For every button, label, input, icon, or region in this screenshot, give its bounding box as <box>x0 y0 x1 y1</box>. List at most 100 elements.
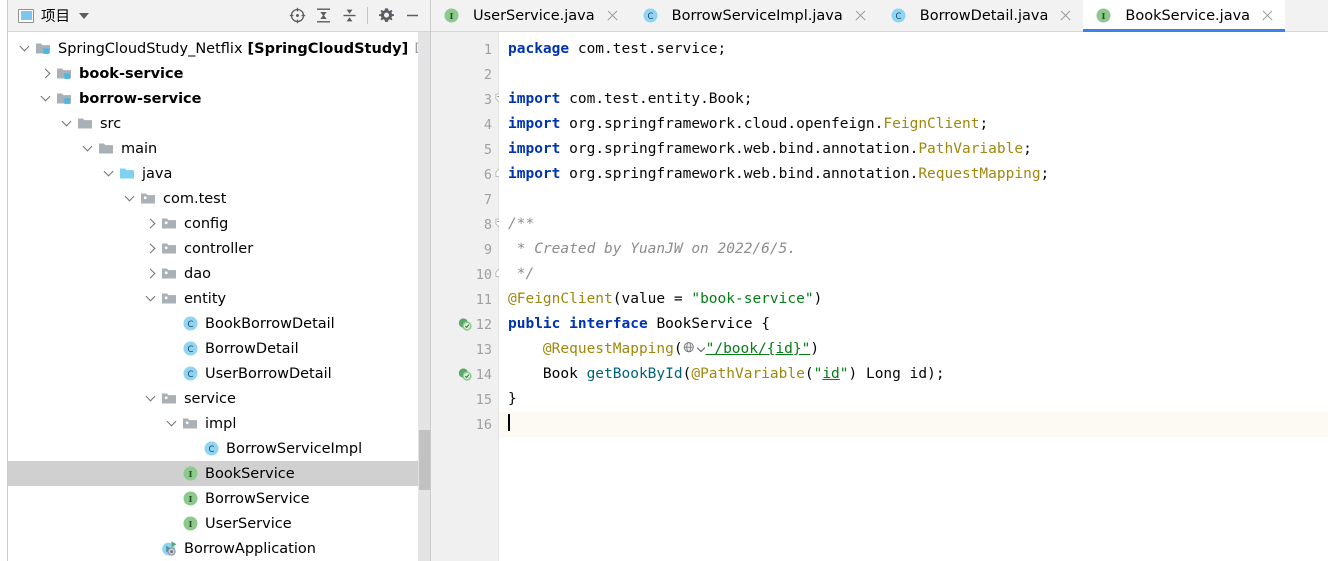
chevron-down-icon[interactable] <box>146 293 157 304</box>
folder-icon <box>99 143 113 154</box>
editor-tab-borrowdetail-java[interactable]: C BorrowDetail.java <box>877 0 1084 31</box>
project-icon <box>18 8 34 23</box>
code-line[interactable]: package com.test.service; <box>499 37 1328 62</box>
gutter-line: 5 <box>431 137 498 162</box>
code-line[interactable]: @RequestMapping("/book/{id}") <box>499 337 1328 362</box>
code-line[interactable]: * Created by YuanJW on 2022/6/5. <box>499 237 1328 262</box>
code-line[interactable]: import com.test.entity.Book; <box>499 87 1328 112</box>
svg-text:I: I <box>189 470 193 480</box>
tree-node-main[interactable]: main <box>8 136 431 161</box>
gutter-line: 13 <box>431 337 498 362</box>
project-tree: SpringCloudStudy_Netflix [SpringCloudStud… <box>8 32 431 561</box>
tree-node-borrowservice[interactable]: I BorrowService <box>8 486 431 511</box>
chevron-right-icon[interactable] <box>146 268 157 279</box>
tree-node-springcloudstudy-netflix[interactable]: SpringCloudStudy_Netflix [SpringCloudStud… <box>8 36 431 61</box>
implemented-by-icon[interactable] <box>457 366 474 383</box>
tree-node-borrow-service[interactable]: borrow-service <box>8 86 431 111</box>
code-line[interactable]: import org.springframework.web.bind.anno… <box>499 137 1328 162</box>
minimize-icon[interactable] <box>399 3 425 29</box>
tree-node-com-test[interactable]: com.test <box>8 186 431 211</box>
project-tree-scrollbar-thumb[interactable] <box>419 430 430 490</box>
java-interface-icon: I <box>444 8 459 23</box>
chevron-down-icon[interactable] <box>167 418 178 429</box>
project-title-group[interactable]: 项目 <box>18 5 89 26</box>
tree-node-label: book-service <box>79 65 184 82</box>
globe-icon[interactable] <box>683 341 697 355</box>
gutter-line: 15 <box>431 387 498 412</box>
tree-node-bookborrowdetail[interactable]: C BookBorrowDetail <box>8 311 431 336</box>
svg-text:I: I <box>189 520 193 530</box>
svg-text:I: I <box>189 495 193 505</box>
settings-gear-icon[interactable] <box>373 3 399 29</box>
editor-tab-userservice-java[interactable]: I UserService.java <box>431 0 630 31</box>
tree-node-bookservice[interactable]: I BookService <box>8 461 431 486</box>
code-content[interactable]: package com.test.service; import com.test… <box>499 32 1328 561</box>
tree-node-label: BookService <box>205 465 295 482</box>
code-line[interactable]: Book getBookById(@PathVariable("id") Lon… <box>499 362 1328 387</box>
tree-node-userservice[interactable]: I UserService <box>8 511 431 536</box>
code-line[interactable] <box>499 412 1328 437</box>
chevron-down-icon[interactable] <box>41 93 52 104</box>
tree-node-borrowdetail[interactable]: C BorrowDetail <box>8 336 431 361</box>
code-line[interactable]: @FeignClient(value = "book-service") <box>499 287 1328 312</box>
code-line[interactable]: public interface BookService { <box>499 312 1328 337</box>
gutter-line: 6 <box>431 162 503 187</box>
tree-node-java[interactable]: java <box>8 161 431 186</box>
code-line[interactable]: import org.springframework.web.bind.anno… <box>499 162 1328 187</box>
tree-node-userborrowdetail[interactable]: C UserBorrowDetail <box>8 361 431 386</box>
tree-node-service[interactable]: service <box>8 386 431 411</box>
package-icon <box>183 418 197 429</box>
code-line[interactable] <box>499 187 1328 212</box>
code-line[interactable] <box>499 62 1328 87</box>
tree-node-dao[interactable]: dao <box>8 261 431 286</box>
tree-node-entity[interactable]: entity <box>8 286 431 311</box>
chevron-down-icon[interactable] <box>697 341 706 355</box>
tree-node-label: main <box>121 140 158 157</box>
close-icon[interactable] <box>605 8 620 23</box>
chevron-down-icon[interactable] <box>104 168 115 179</box>
line-number: 4 <box>483 116 492 133</box>
chevron-right-icon[interactable] <box>41 68 52 79</box>
tree-node-book-service[interactable]: book-service <box>8 61 431 86</box>
implemented-by-icon <box>458 318 472 331</box>
gutter-line: 1 <box>431 37 498 62</box>
tree-node-label: entity <box>184 290 227 307</box>
expand-all-icon[interactable] <box>310 3 336 29</box>
gutter-line: 7 <box>431 187 498 212</box>
chevron-down-icon[interactable] <box>146 393 157 404</box>
code-line[interactable]: } <box>499 387 1328 412</box>
gutter-line: 16 <box>431 412 498 437</box>
tree-node-config[interactable]: config <box>8 211 431 236</box>
implemented-by-icon[interactable] <box>457 316 474 333</box>
tree-node-impl[interactable]: impl <box>8 411 431 436</box>
module-folder-icon <box>36 43 50 54</box>
editor-tab-borrowserviceimpl-java[interactable]: C BorrowServiceImpl.java <box>629 0 878 31</box>
close-icon[interactable] <box>1260 8 1275 23</box>
tree-node-controller[interactable]: controller <box>8 236 431 261</box>
project-tool-window: 项目 SpringCloudStudy_Netflix [SpringCloud… <box>8 0 431 561</box>
locate-icon[interactable] <box>284 3 310 29</box>
svg-text:C: C <box>188 320 194 330</box>
code-line[interactable]: /** <box>499 212 1328 237</box>
code-line[interactable]: */ <box>499 262 1328 287</box>
project-tree-scroll[interactable]: SpringCloudStudy_Netflix [SpringCloudStud… <box>8 32 431 561</box>
chevron-down-icon[interactable] <box>62 118 73 129</box>
tree-node-borrowapplication[interactable]: BorrowApplication <box>8 536 431 561</box>
editor-tab-bookservice-java[interactable]: I BookService.java <box>1083 0 1286 32</box>
code-line[interactable]: import org.springframework.cloud.openfei… <box>499 112 1328 137</box>
editor-gutter[interactable]: 1 2 3 4 5 6 7 8 9 10 11 12 13 14 15 16 <box>431 32 503 561</box>
tree-node-src[interactable]: src <box>8 111 431 136</box>
java-class-icon: C <box>183 316 198 331</box>
collapse-all-icon[interactable] <box>336 3 362 29</box>
chevron-down-icon[interactable] <box>125 193 136 204</box>
close-icon[interactable] <box>853 8 868 23</box>
close-icon[interactable] <box>1058 8 1073 23</box>
chevron-down-icon[interactable] <box>20 43 31 54</box>
chevron-right-icon[interactable] <box>146 243 157 254</box>
tree-node-borrowserviceimpl[interactable]: C BorrowServiceImpl <box>8 436 431 461</box>
chevron-right-icon[interactable] <box>146 218 157 229</box>
chevron-down-icon[interactable] <box>83 143 94 154</box>
chevron-down-icon[interactable] <box>79 12 89 19</box>
ide-window: 项目 SpringCloudStudy_Netflix [SpringCloud… <box>0 0 1328 561</box>
